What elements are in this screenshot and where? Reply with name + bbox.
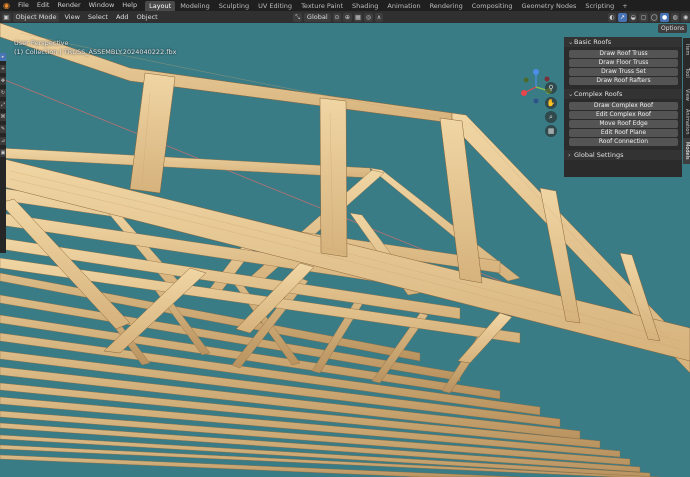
editor-type-icon[interactable]: ▣ <box>2 12 11 22</box>
menu-render[interactable]: Render <box>53 0 84 11</box>
shading-wire-icon[interactable]: ◯ <box>649 12 659 22</box>
add-workspace-button[interactable]: + <box>619 2 630 10</box>
tab-layout[interactable]: Layout <box>145 0 176 11</box>
orientation-icon[interactable]: ⤡ <box>293 12 302 22</box>
basic-roofs-title: Basic Roofs <box>574 38 612 46</box>
top-bar: ◉ File Edit Render Window Help Layout Mo… <box>0 0 690 11</box>
sidebar-panel: ⌄Basic Roofs Draw Roof Truss Draw Floor … <box>564 37 682 177</box>
draw-floor-truss-button[interactable]: Draw Floor Truss <box>569 59 678 67</box>
viewport-header: ▣ Object Mode View Select Add Object ⤡ G… <box>0 11 690 23</box>
add-cube-tool-icon[interactable]: ▣ <box>0 149 6 157</box>
overlay-icon[interactable]: ◒ <box>628 12 638 22</box>
edit-roof-plane-button[interactable]: Edit Roof Plane <box>569 129 678 137</box>
snap-icon[interactable]: ⊕ <box>343 12 352 22</box>
shading-solid-icon[interactable]: ● <box>660 12 669 22</box>
tool-shelf: ▸ + ✥ ↻ ⤢ ⌘ ✎ ⊿ ▣ <box>0 53 6 253</box>
tab-sculpting[interactable]: Sculpting <box>215 1 253 11</box>
view-name-label: User Perspective <box>14 39 69 47</box>
neg-x-handle[interactable] <box>544 76 550 82</box>
complex-roofs-header[interactable]: ⌄Complex Roofs <box>564 89 682 99</box>
transform-tool-icon[interactable]: ⌘ <box>0 113 6 121</box>
menu-file[interactable]: File <box>14 0 33 11</box>
tab-uv-editing[interactable]: UV Editing <box>254 1 296 11</box>
tab-compositing[interactable]: Compositing <box>468 1 517 11</box>
scale-tool-icon[interactable]: ⤢ <box>0 101 6 109</box>
roof-connection-button[interactable]: Roof Connection <box>569 138 678 146</box>
orientation-select[interactable]: Global <box>303 12 331 22</box>
move-roof-edge-button[interactable]: Move Roof Edge <box>569 120 678 128</box>
measure-tool-icon[interactable]: ⊿ <box>0 137 6 145</box>
annotate-tool-icon[interactable]: ✎ <box>0 125 6 133</box>
tab-texture-paint[interactable]: Texture Paint <box>297 1 347 11</box>
draw-roof-truss-button[interactable]: Draw Roof Truss <box>569 50 678 58</box>
camera-icon[interactable]: ⌕ <box>545 111 557 123</box>
menu-help[interactable]: Help <box>118 0 141 11</box>
z-axis-handle[interactable] <box>533 69 539 75</box>
side-tab-view[interactable]: View <box>683 84 690 106</box>
side-tab-models[interactable]: Models <box>683 138 690 164</box>
pivot-icon[interactable]: ⊙ <box>332 12 342 22</box>
grid-icon[interactable]: ▦ <box>545 125 557 137</box>
draw-complex-roof-button[interactable]: Draw Complex Roof <box>569 102 678 110</box>
select-tool-icon[interactable]: ▸ <box>0 53 6 61</box>
x-axis-handle[interactable] <box>521 90 527 96</box>
shading-material-icon[interactable]: ◍ <box>670 12 680 22</box>
side-tab-animation[interactable]: Animation <box>683 106 690 138</box>
move-tool-icon[interactable]: ✥ <box>0 77 6 85</box>
menu-object[interactable]: Object <box>134 13 161 22</box>
neg-z-handle[interactable] <box>533 98 539 104</box>
complex-roofs-group: Draw Complex Roof Edit Complex Roof Move… <box>564 101 682 150</box>
visibility-icon[interactable]: ◐ <box>607 12 617 22</box>
menu-add[interactable]: Add <box>113 13 132 22</box>
zoom-icon[interactable]: ⚲ <box>545 82 557 94</box>
side-tab-item[interactable]: Item <box>683 38 690 62</box>
global-settings-header[interactable]: › Global Settings <box>564 150 682 160</box>
tab-animation[interactable]: Animation <box>383 1 424 11</box>
complex-roofs-title: Complex Roofs <box>574 90 623 98</box>
global-settings-title: Global Settings <box>574 151 624 159</box>
snap-grid-icon[interactable]: ▦ <box>353 12 363 22</box>
tab-rendering[interactable]: Rendering <box>426 1 467 11</box>
proportional-icon[interactable]: ◎ <box>364 12 373 22</box>
hand-icon[interactable]: ✋ <box>545 97 557 109</box>
shading-render-icon[interactable]: ◉ <box>681 12 690 22</box>
basic-roofs-header[interactable]: ⌄Basic Roofs <box>564 37 682 47</box>
collection-path-label: (1) Collection | TRUSS_ASSEMBLY.20240402… <box>14 48 177 56</box>
mode-select[interactable]: Object Mode <box>12 12 60 22</box>
menu-select[interactable]: Select <box>85 13 111 22</box>
basic-roofs-group: Draw Roof Truss Draw Floor Truss Draw Tr… <box>564 49 682 89</box>
xray-icon[interactable]: ▢ <box>639 12 648 22</box>
tab-geometry-nodes[interactable]: Geometry Nodes <box>518 1 581 11</box>
menu-view[interactable]: View <box>61 13 82 22</box>
options-button[interactable]: Options <box>658 24 688 33</box>
edit-complex-roof-button[interactable]: Edit Complex Roof <box>569 111 678 119</box>
menu-window[interactable]: Window <box>85 0 119 11</box>
gizmo-toggle-icon[interactable]: ↗ <box>618 12 627 22</box>
tab-shading[interactable]: Shading <box>348 1 382 11</box>
tab-modeling[interactable]: Modeling <box>176 1 214 11</box>
draw-truss-set-button[interactable]: Draw Truss Set <box>569 68 678 76</box>
draw-roof-rafters-button[interactable]: Draw Roof Rafters <box>569 77 678 85</box>
neg-y-handle[interactable] <box>523 77 529 83</box>
menu-edit[interactable]: Edit <box>33 0 54 11</box>
blender-logo-icon[interactable]: ◉ <box>2 1 11 10</box>
cursor-tool-icon[interactable]: + <box>0 65 6 73</box>
falloff-icon[interactable]: ∧ <box>374 12 384 22</box>
rotate-tool-icon[interactable]: ↻ <box>0 89 6 97</box>
tab-scripting[interactable]: Scripting <box>581 1 618 11</box>
side-tab-tool[interactable]: Tool <box>683 62 690 84</box>
